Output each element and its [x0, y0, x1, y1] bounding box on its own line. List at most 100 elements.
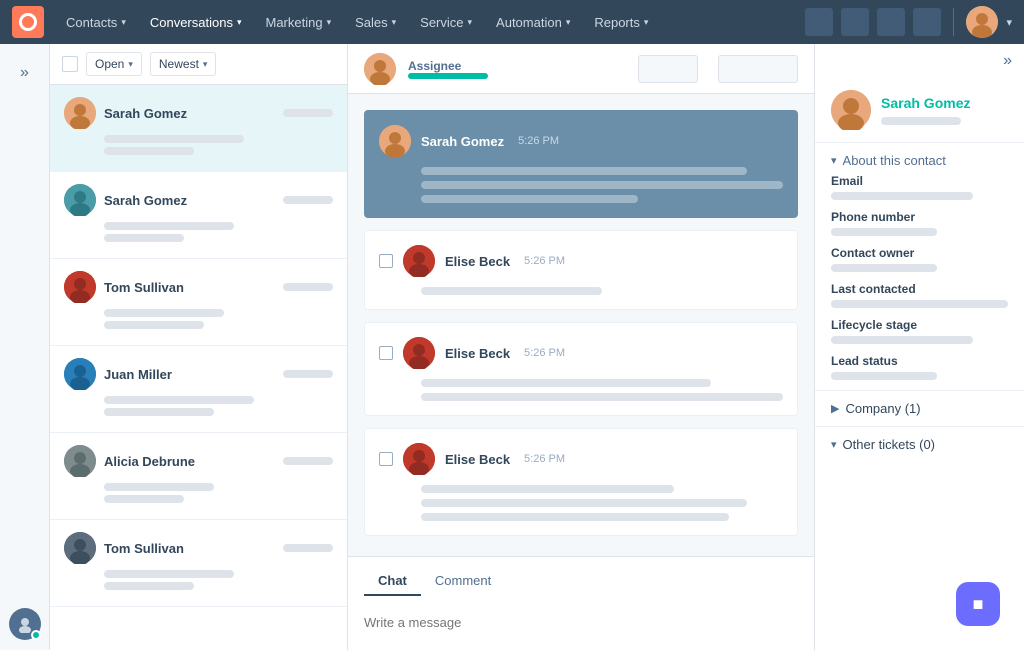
message-sender: Elise Beck	[445, 346, 510, 361]
nav-conversations[interactable]: Conversations ▾	[140, 9, 252, 36]
chat-main: Assignee Sarah Gomez 5:26 PM	[348, 44, 814, 650]
conv-list-header: Open ▾ Newest ▾	[50, 44, 347, 85]
conv-preview-1	[104, 483, 214, 491]
message-line	[421, 195, 638, 203]
nav-reports-chevron: ▾	[644, 17, 649, 28]
conv-preview-2	[104, 147, 194, 155]
avatar	[64, 97, 96, 129]
nav-reports[interactable]: Reports ▾	[584, 9, 658, 36]
chat-tabs: Chat Comment	[364, 567, 798, 596]
message-avatar	[403, 245, 435, 277]
message-avatar	[403, 443, 435, 475]
nav-action-btn-2[interactable]	[841, 8, 869, 36]
online-indicator	[31, 630, 41, 640]
floating-action-button[interactable]: ■	[956, 582, 1000, 626]
conv-preview-2	[104, 408, 214, 416]
contact-name[interactable]: Sarah Gomez	[881, 95, 970, 111]
nav-divider	[953, 8, 954, 36]
nav-contacts[interactable]: Contacts ▾	[56, 9, 136, 36]
newest-filter-label: Newest	[159, 57, 199, 71]
nav-sales[interactable]: Sales ▾	[345, 9, 406, 36]
message-sender: Sarah Gomez	[421, 134, 504, 149]
floating-action-icon: ■	[973, 594, 984, 615]
user-chevron[interactable]: ▾	[1006, 16, 1012, 29]
avatar	[64, 445, 96, 477]
message-avatar	[403, 337, 435, 369]
sidebar-collapse-btn[interactable]: »	[12, 56, 37, 90]
field-value-phone	[831, 228, 937, 236]
conv-item[interactable]: Tom Sullivan	[50, 520, 347, 607]
field-value-lead-status	[831, 372, 937, 380]
chat-action-btn-1[interactable]	[638, 55, 698, 83]
conv-name: Tom Sullivan	[104, 280, 275, 295]
company-section[interactable]: ▶ Company (1)	[815, 390, 1024, 426]
conv-preview-1	[104, 570, 234, 578]
conv-item[interactable]: Alicia Debrune	[50, 433, 347, 520]
message-sender: Elise Beck	[445, 452, 510, 467]
contact-info: Sarah Gomez	[881, 95, 970, 125]
message-line	[421, 287, 602, 295]
tickets-label: Other tickets (0)	[843, 437, 935, 452]
field-value-last-contacted	[831, 300, 1008, 308]
bottom-user-icon[interactable]	[9, 608, 41, 640]
conversation-list: Open ▾ Newest ▾ Sarah Gomez	[50, 44, 348, 650]
nav-sales-chevron: ▾	[392, 17, 397, 28]
conv-name: Sarah Gomez	[104, 193, 275, 208]
message-block: Sarah Gomez 5:26 PM	[364, 110, 798, 218]
nav-marketing[interactable]: Marketing ▾	[255, 9, 341, 36]
message-block: Elise Beck 5:26 PM	[364, 322, 798, 416]
field-value-owner	[831, 264, 937, 272]
message-time: 5:26 PM	[524, 347, 565, 359]
nav-automation[interactable]: Automation ▾	[486, 9, 580, 36]
conv-item[interactable]: Sarah Gomez	[50, 85, 347, 172]
message-checkbox[interactable]	[379, 346, 393, 360]
conv-time-placeholder	[283, 457, 333, 465]
conv-preview-2	[104, 495, 184, 503]
select-all-checkbox[interactable]	[62, 56, 78, 72]
right-sidebar-collapse-btn[interactable]: »	[991, 44, 1024, 78]
message-input[interactable]	[364, 604, 798, 640]
conv-preview-1	[104, 222, 234, 230]
company-label: Company (1)	[845, 401, 920, 416]
tab-comment[interactable]: Comment	[421, 567, 505, 596]
nav-service[interactable]: Service ▾	[410, 9, 482, 36]
message-block: Elise Beck 5:26 PM	[364, 230, 798, 310]
assignee-bar	[408, 73, 488, 79]
nav-action-btn-4[interactable]	[913, 8, 941, 36]
nav-action-btn-3[interactable]	[877, 8, 905, 36]
contact-avatar	[831, 90, 871, 130]
contact-fields: Email Phone number Contact owner Last co…	[815, 174, 1024, 390]
conv-time-placeholder	[283, 109, 333, 117]
message-line	[421, 393, 783, 401]
newest-filter-btn[interactable]: Newest ▾	[150, 52, 217, 76]
chat-header: Assignee	[348, 44, 814, 94]
tickets-section[interactable]: ▾ Other tickets (0)	[815, 426, 1024, 462]
chat-messages: Sarah Gomez 5:26 PM Elise Beck 5:	[348, 94, 814, 556]
open-filter-btn[interactable]: Open ▾	[86, 52, 142, 76]
chat-action-btn-2[interactable]	[718, 55, 798, 83]
open-filter-caret: ▾	[128, 59, 133, 70]
about-section-header[interactable]: ▾ About this contact	[815, 143, 1024, 174]
message-time: 5:26 PM	[518, 135, 559, 147]
nav-service-chevron: ▾	[468, 17, 473, 28]
conv-item[interactable]: Juan Miller	[50, 346, 347, 433]
conv-time-placeholder	[283, 544, 333, 552]
message-checkbox[interactable]	[379, 254, 393, 268]
hubspot-logo[interactable]	[12, 6, 44, 38]
conv-name: Tom Sullivan	[104, 541, 275, 556]
tab-chat[interactable]: Chat	[364, 567, 421, 596]
message-checkbox[interactable]	[379, 452, 393, 466]
assignee-label: Assignee	[408, 59, 488, 73]
field-label-phone: Phone number	[831, 210, 1008, 224]
left-sidebar: »	[0, 44, 50, 650]
user-avatar[interactable]	[966, 6, 998, 38]
field-value-email	[831, 192, 973, 200]
assignee-info: Assignee	[408, 59, 488, 79]
open-filter-label: Open	[95, 57, 124, 71]
conv-item[interactable]: Tom Sullivan	[50, 259, 347, 346]
conv-item[interactable]: Sarah Gomez	[50, 172, 347, 259]
field-label-lead-status: Lead status	[831, 354, 1008, 368]
field-value-lifecycle	[831, 336, 973, 344]
nav-action-btn-1[interactable]	[805, 8, 833, 36]
chat-contact-avatar	[364, 53, 396, 85]
